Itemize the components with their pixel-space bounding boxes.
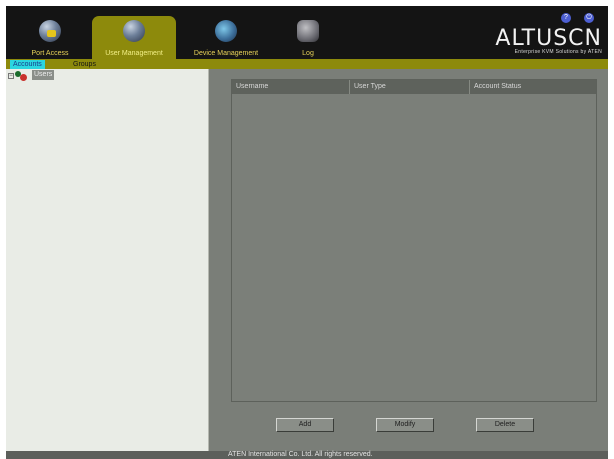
logout-icon[interactable]: ⏻ [584, 13, 594, 23]
help-icon[interactable]: ? [561, 13, 571, 23]
subtab-groups[interactable]: Groups [70, 60, 99, 69]
tree-root-users[interactable]: Users [32, 70, 55, 80]
tree-collapse-toggle[interactable]: − [8, 73, 14, 79]
table-header: Username User Type Account Status [232, 80, 596, 94]
top-navigation-bar: Port Access User Management Device Manag… [6, 6, 608, 59]
sub-tab-bar: Accounts Groups [6, 59, 608, 69]
subtab-accounts[interactable]: Accounts [10, 60, 45, 69]
footer-bar: ATEN International Co. Ltd. All rights r… [6, 451, 608, 459]
column-header-username[interactable]: Username [232, 80, 350, 94]
tab-user-management-label: User Management [105, 50, 163, 57]
tab-port-access[interactable]: Port Access [20, 16, 80, 59]
tab-device-management-label: Device Management [193, 50, 259, 57]
tab-device-management[interactable]: Device Management [184, 16, 268, 59]
user-accounts-table: Username User Type Account Status [231, 79, 597, 402]
tab-log[interactable]: Log [278, 16, 338, 59]
brand-name: ALTUSCN [495, 26, 602, 51]
column-header-user-type[interactable]: User Type [350, 80, 470, 94]
device-management-icon [215, 20, 237, 42]
copyright-text: ATEN International Co. Ltd. All rights r… [228, 451, 373, 458]
users-group-icon [15, 71, 31, 81]
accounts-panel: Username User Type Account Status Add Mo… [210, 69, 608, 451]
port-access-icon [39, 20, 61, 42]
user-management-icon [123, 20, 145, 42]
modify-button[interactable]: Modify [376, 418, 434, 432]
delete-button[interactable]: Delete [476, 418, 534, 432]
app-window: Port Access User Management Device Manag… [6, 6, 608, 459]
tab-log-label: Log [302, 50, 314, 57]
log-icon [297, 20, 319, 42]
tab-port-access-label: Port Access [31, 50, 69, 57]
user-tree-panel: − Users [6, 69, 209, 451]
column-header-account-status[interactable]: Account Status [470, 80, 596, 94]
add-button[interactable]: Add [276, 418, 334, 432]
brand-logo: ALTUSCN Enterprise KVM Solutions by ATEN [495, 26, 602, 56]
tab-user-management[interactable]: User Management [92, 16, 176, 59]
